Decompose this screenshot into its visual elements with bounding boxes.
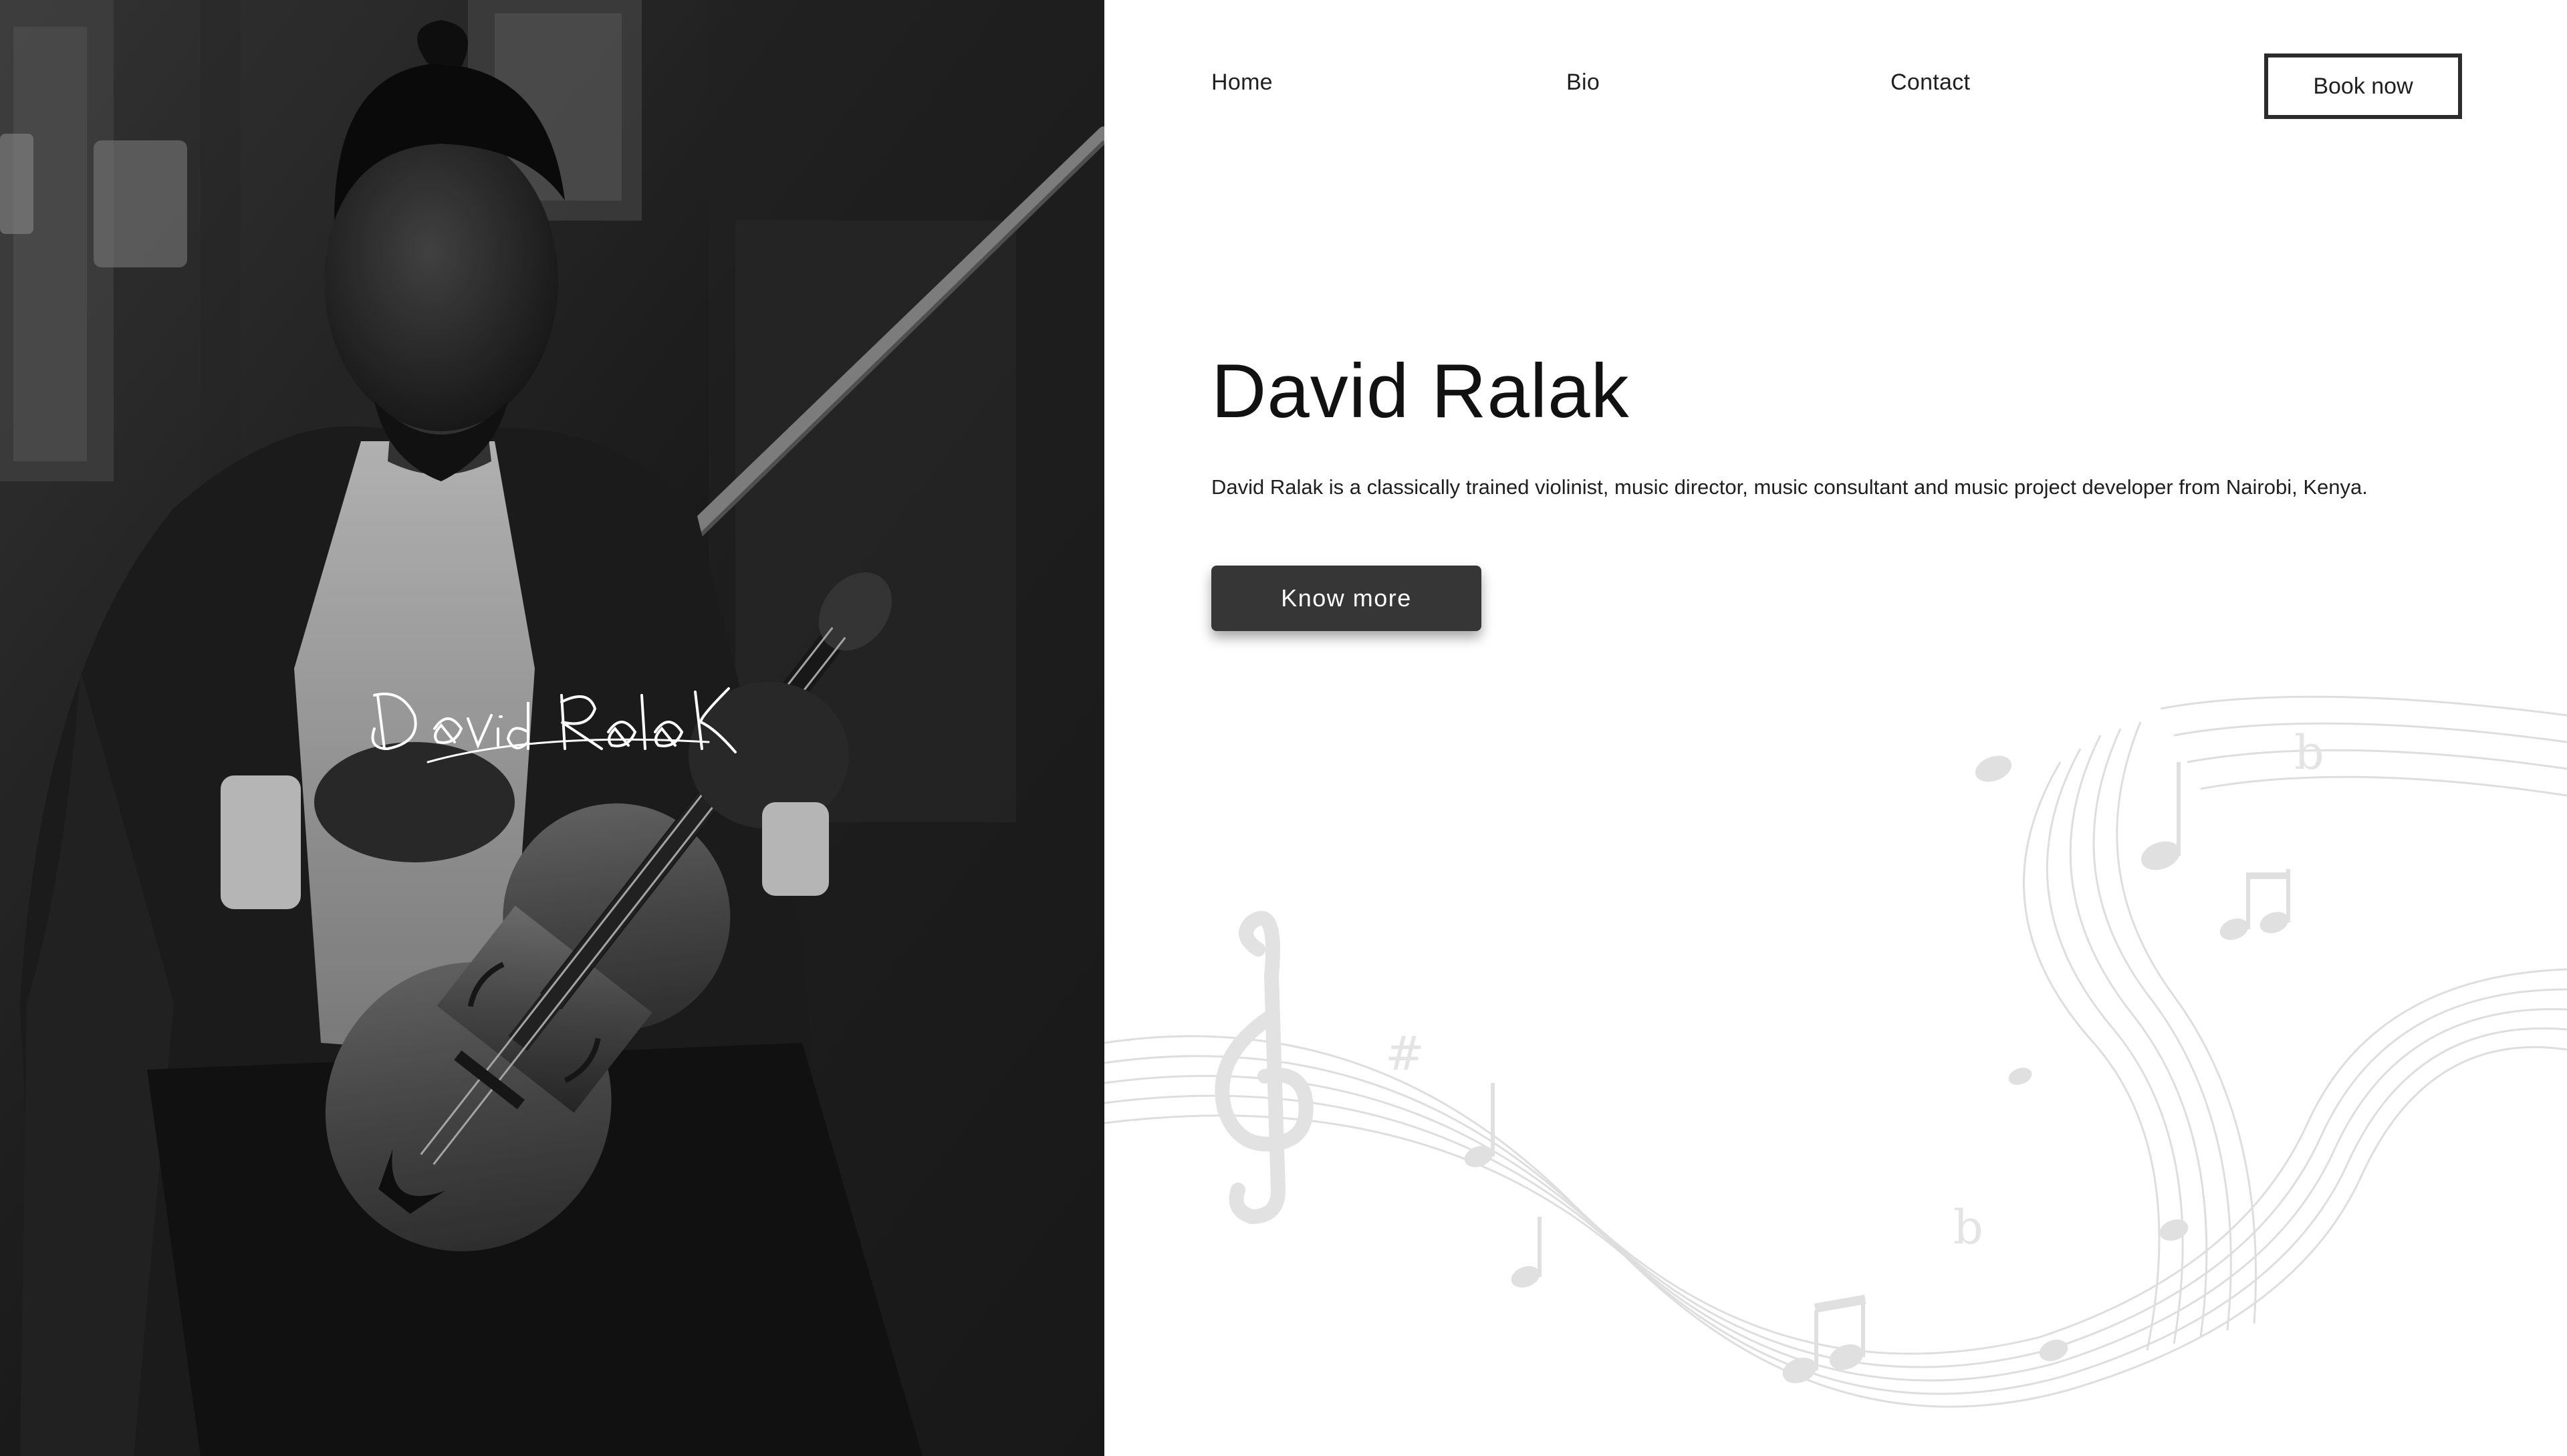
know-more-button[interactable]: Know more <box>1211 566 1481 631</box>
svg-text:b: b <box>2294 725 2324 780</box>
hero-content: # b b Home Bio Contact Book now David Ra… <box>1104 0 2567 1456</box>
nav-link-contact[interactable]: Contact <box>1890 70 1970 96</box>
svg-text:#: # <box>1385 1026 1425 1081</box>
violinist-photo <box>0 0 1104 1456</box>
nav-link-bio[interactable]: Bio <box>1566 70 1600 96</box>
svg-text:b: b <box>1953 1200 1983 1255</box>
top-navigation: Home Bio Contact Book now <box>1104 52 2567 119</box>
hero-description: David Ralak is a classically trained vio… <box>1211 475 2368 499</box>
music-notes-decoration: # b b <box>1104 695 2567 1408</box>
page: # b b Home Bio Contact Book now David Ra… <box>0 0 2567 1456</box>
page-title: David Ralak <box>1211 349 1630 434</box>
nav-link-home[interactable]: Home <box>1211 70 1273 96</box>
book-now-button[interactable]: Book now <box>2264 53 2462 119</box>
